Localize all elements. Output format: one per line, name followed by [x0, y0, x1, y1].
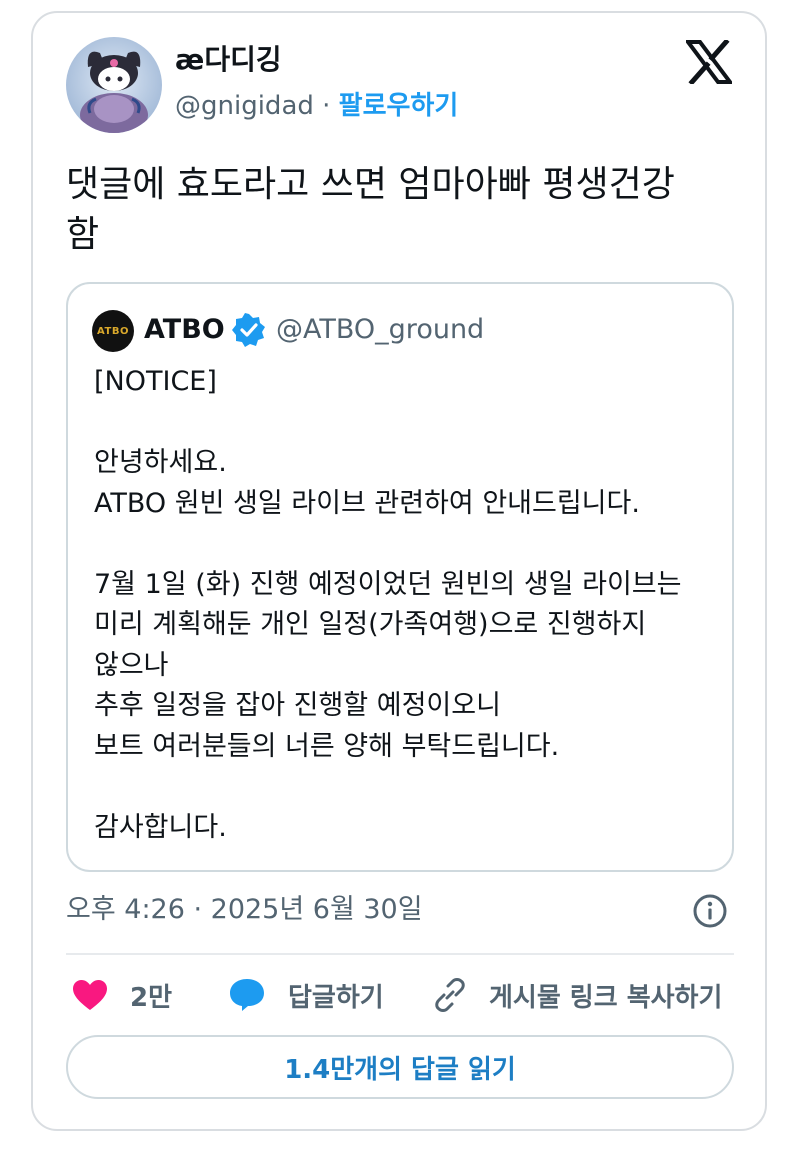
- author-display-name[interactable]: æ다디깅: [175, 42, 282, 78]
- x-logo-icon[interactable]: [684, 38, 734, 86]
- quoted-tweet[interactable]: ATBO ATBO @ATBO_ground [NOTICE] 안녕하세요. A…: [66, 282, 734, 872]
- quoted-line: [94, 524, 724, 565]
- handle-separator: ·: [322, 91, 331, 121]
- speech-bubble-icon: [230, 979, 264, 1011]
- follow-button[interactable]: 팔로우하기: [339, 91, 459, 121]
- quoted-line: [94, 403, 724, 444]
- avatar-image: [66, 37, 162, 133]
- quoted-line: 추후 일정을 잡아 진행할 예정이오니: [94, 690, 501, 721]
- author-avatar[interactable]: [66, 37, 162, 133]
- author-handle[interactable]: @gnigidad: [175, 91, 314, 121]
- quoted-line: [NOTICE]: [94, 366, 217, 397]
- reply-button[interactable]: 답글하기: [228, 975, 384, 1015]
- quoted-line: 안녕하세요.: [94, 447, 227, 478]
- quoted-author-name: ATBO: [144, 314, 225, 345]
- copy-link-label: 게시물 링크 복사하기: [489, 982, 723, 1013]
- author-handle-row: @gnigidad · 팔로우하기: [175, 88, 458, 124]
- link-icon: [435, 978, 465, 1012]
- quoted-line: 않으나: [94, 649, 169, 681]
- quoted-avatar: ATBO: [92, 310, 134, 352]
- quoted-line: 감사합니다.: [94, 811, 227, 843]
- quoted-line: [94, 767, 724, 808]
- copy-link-button[interactable]: 게시물 링크 복사하기: [431, 975, 722, 1015]
- quoted-author-handle: @ATBO_ground: [276, 314, 485, 345]
- divider: [66, 953, 734, 955]
- read-replies-button[interactable]: 1.4만개의 답글 읽기: [66, 1035, 734, 1099]
- quoted-line: 미리 계획해둔 개인 일정(가족여행)으로 진행하지: [94, 609, 647, 640]
- quoted-body: [NOTICE] 안녕하세요. ATBO 원빈 생일 라이브 관련하여 안내드립…: [94, 362, 724, 848]
- reply-label: 답글하기: [288, 982, 384, 1013]
- tweet-text-line: 댓글에 효도라고 쓰면 엄마아빠 평생건강: [66, 164, 675, 205]
- quoted-line: 7월 1일 (화) 진행 예정이었던 원빈의 생일 라이브는: [94, 568, 682, 600]
- tweet-timestamp[interactable]: 오후 4:26 · 2025년 6월 30일: [66, 890, 423, 930]
- tweet-text-line: 함: [66, 214, 100, 255]
- quoted-line: 보트 여러분들의 너른 양해 부탁드립니다.: [94, 730, 560, 762]
- like-count: 2만: [130, 982, 173, 1013]
- tweet-text: 댓글에 효도라고 쓰면 엄마아빠 평생건강 함: [66, 160, 746, 260]
- heart-icon: [73, 980, 107, 1010]
- like-button[interactable]: 2만: [72, 975, 172, 1015]
- quoted-line: ATBO 원빈 생일 라이브 관련하여 안내드립니다.: [94, 487, 640, 519]
- info-icon[interactable]: [692, 893, 728, 929]
- verified-badge-icon: [232, 313, 266, 347]
